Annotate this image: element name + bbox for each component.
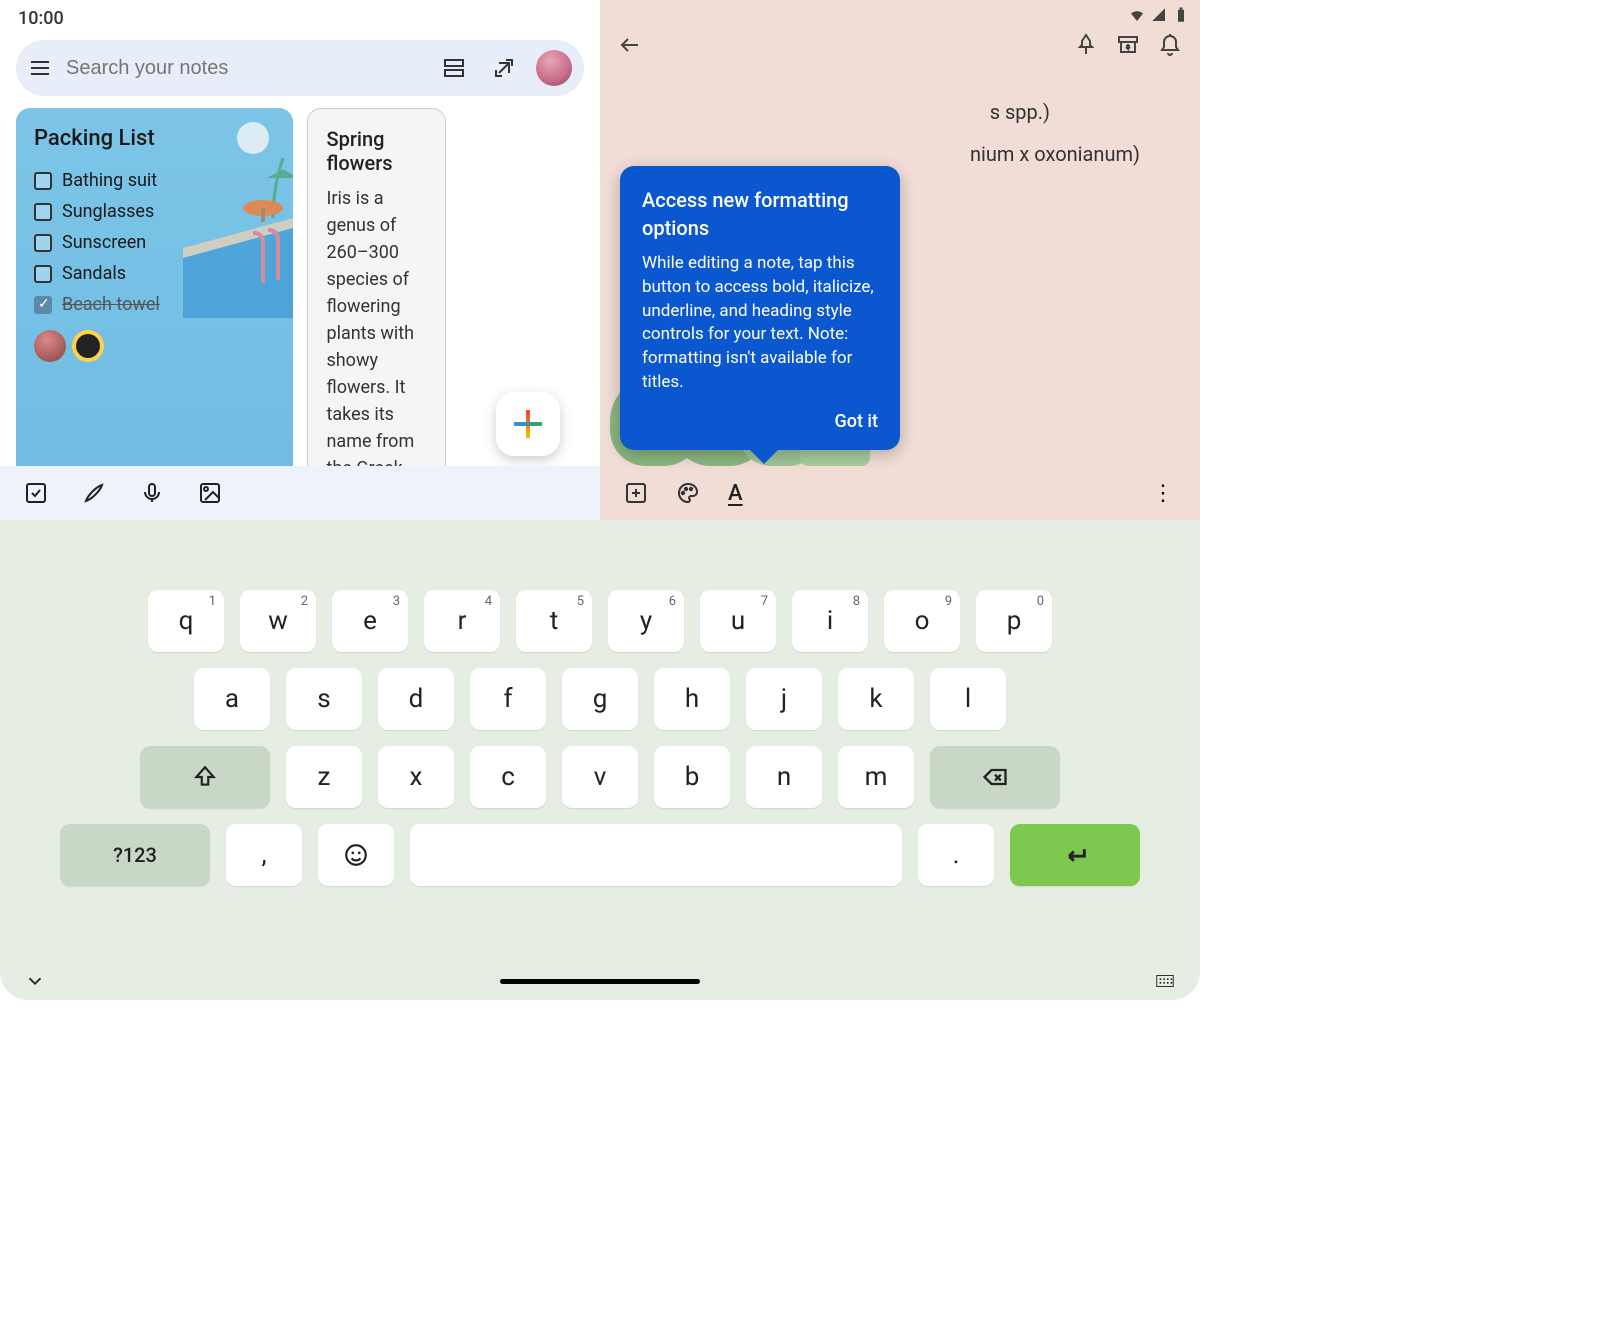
key-c[interactable]: c	[470, 746, 546, 808]
reminder-icon[interactable]	[1158, 33, 1182, 57]
profile-avatar[interactable]	[536, 50, 572, 86]
archive-icon[interactable]	[1116, 33, 1140, 57]
emoji-icon	[343, 842, 369, 868]
enter-key[interactable]	[1010, 824, 1140, 886]
key-r[interactable]: r4	[424, 590, 500, 652]
collapse-keyboard-icon[interactable]	[24, 970, 46, 992]
tooltip-title: Access new formatting options	[642, 186, 878, 242]
note-editor-pane: s spp.) nium x oxonianum) Access new for…	[600, 0, 1200, 520]
key-l[interactable]: l	[930, 668, 1006, 730]
note-line: s spp.)	[630, 100, 1170, 124]
editor-header	[600, 0, 1200, 60]
keyboard-switch-icon[interactable]	[1154, 970, 1176, 992]
new-note-fab[interactable]	[496, 392, 560, 456]
key-a[interactable]: a	[194, 668, 270, 730]
key-t[interactable]: t5	[516, 590, 592, 652]
note-body: Iris is a genus of 260–300 species of fl…	[326, 185, 426, 466]
key-d[interactable]: d	[378, 668, 454, 730]
menu-icon[interactable]	[28, 56, 52, 80]
backspace-icon	[981, 763, 1009, 791]
key-x[interactable]: x	[378, 746, 454, 808]
collaborator-avatars[interactable]	[34, 330, 275, 362]
key-y[interactable]: y6	[608, 590, 684, 652]
notes-list-pane: 10:00	[0, 0, 600, 520]
note-line: nium x oxonianum)	[630, 142, 1170, 166]
symbols-key[interactable]: ?123	[60, 824, 210, 886]
enter-icon	[1061, 841, 1089, 869]
plus-icon	[514, 410, 542, 438]
editor-toolbar: A ⋮	[600, 466, 1200, 520]
backspace-key[interactable]	[930, 746, 1060, 808]
emoji-key[interactable]	[318, 824, 394, 886]
tooltip-body: While editing a note, tap this button to…	[642, 252, 878, 395]
more-icon[interactable]: ⋮	[1152, 481, 1176, 506]
key-q[interactable]: q1	[148, 590, 224, 652]
view-toggle-icon[interactable]	[436, 50, 472, 86]
key-n[interactable]: n	[746, 746, 822, 808]
mic-icon[interactable]	[140, 481, 164, 505]
key-j[interactable]: j	[746, 668, 822, 730]
battery-icon	[1172, 6, 1190, 24]
formatting-tooltip: Access new formatting options While edit…	[620, 166, 900, 450]
comma-key[interactable]: ,	[226, 824, 302, 886]
palette-icon[interactable]	[676, 481, 700, 505]
shift-key[interactable]	[140, 746, 270, 808]
status-icons	[1128, 6, 1190, 24]
note-card-packing[interactable]: Packing List Bathing suit Sunglasses Sun…	[16, 108, 293, 466]
checkbox-checked-icon[interactable]	[34, 296, 52, 314]
list-toolbar	[0, 466, 600, 520]
brush-icon[interactable]	[82, 481, 106, 505]
space-key[interactable]	[410, 824, 902, 886]
pin-icon[interactable]	[1074, 33, 1098, 57]
tooltip-dismiss[interactable]: Got it	[642, 409, 878, 434]
search-bar[interactable]	[16, 40, 584, 96]
key-w[interactable]: w2	[240, 590, 316, 652]
key-k[interactable]: k	[838, 668, 914, 730]
back-icon[interactable]	[618, 33, 642, 57]
onscreen-keyboard: q1 w2 e3 r4 t5 y6 u7 i8 o9 p0 asdfghjkl zxcvbnm ?…	[0, 520, 1200, 1000]
key-g[interactable]: g	[562, 668, 638, 730]
note-card-spring[interactable]: Spring flowers Iris is a genus of 260–30…	[307, 108, 445, 466]
key-z[interactable]: z	[286, 746, 362, 808]
key-m[interactable]: m	[838, 746, 914, 808]
checkbox-icon[interactable]	[34, 234, 52, 252]
key-v[interactable]: v	[562, 746, 638, 808]
expand-icon[interactable]	[486, 50, 522, 86]
add-box-icon[interactable]	[624, 481, 648, 505]
key-o[interactable]: o9	[884, 590, 960, 652]
key-u[interactable]: u7	[700, 590, 776, 652]
nav-pill[interactable]	[500, 979, 700, 984]
key-i[interactable]: i8	[792, 590, 868, 652]
wifi-icon	[1128, 6, 1146, 24]
key-b[interactable]: b	[654, 746, 730, 808]
pool-illustration	[183, 118, 293, 318]
shift-icon	[192, 764, 218, 790]
search-input[interactable]	[66, 57, 422, 80]
period-key[interactable]: .	[918, 824, 994, 886]
status-time: 10:00	[18, 8, 64, 29]
image-icon[interactable]	[198, 481, 222, 505]
signal-icon	[1150, 6, 1168, 24]
checkbox-icon[interactable]	[34, 172, 52, 190]
key-h[interactable]: h	[654, 668, 730, 730]
checkbox-icon[interactable]	[34, 265, 52, 283]
key-f[interactable]: f	[470, 668, 546, 730]
key-e[interactable]: e3	[332, 590, 408, 652]
checkbox-icon[interactable]	[34, 203, 52, 221]
key-s[interactable]: s	[286, 668, 362, 730]
format-text-icon[interactable]: A	[728, 481, 743, 506]
note-title: Spring flowers	[326, 127, 426, 175]
key-p[interactable]: p0	[976, 590, 1052, 652]
checklist-icon[interactable]	[24, 481, 48, 505]
avatar[interactable]	[34, 330, 66, 362]
avatar[interactable]	[72, 330, 104, 362]
